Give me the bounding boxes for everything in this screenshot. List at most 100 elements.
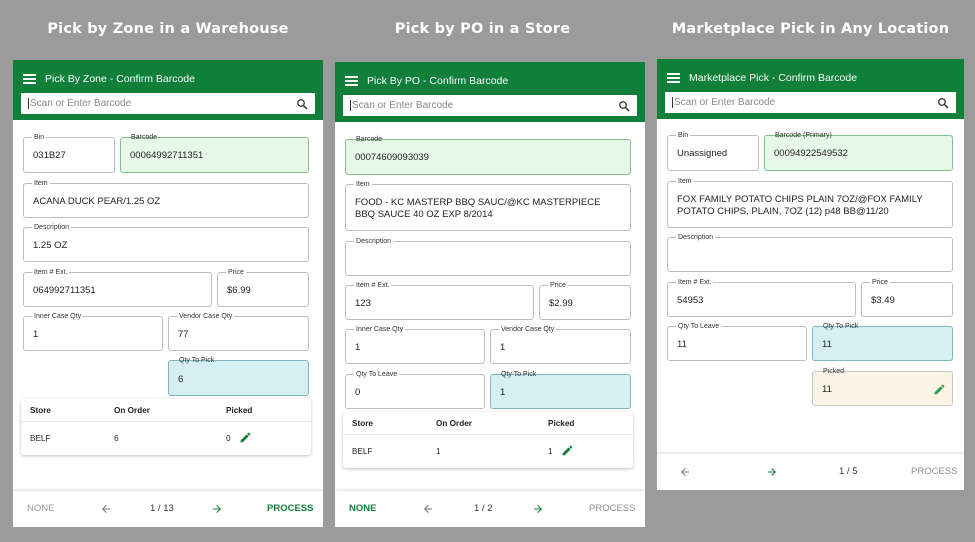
table-header-on-order: On Order bbox=[114, 406, 150, 415]
search-icon[interactable] bbox=[937, 97, 949, 109]
price-value: $6.99 bbox=[227, 285, 251, 296]
item-value: ACANA DUCK PEAR/1.25 OZ bbox=[33, 196, 161, 207]
app-title: Pick By PO - Confirm Barcode bbox=[367, 74, 509, 87]
barcode-field[interactable]: Barcode (Primary) 00094922549532 bbox=[764, 132, 953, 171]
description-field[interactable]: Description bbox=[345, 237, 631, 276]
none-button[interactable]: NONE bbox=[27, 503, 54, 514]
search-input[interactable]: Scan or Enter Barcode bbox=[672, 97, 937, 108]
item-field[interactable]: Item FOX FAMILY POTATO CHIPS PLAIN 7OZ/@… bbox=[667, 177, 953, 228]
search-bar[interactable]: Scan or Enter Barcode bbox=[665, 92, 956, 113]
pencil-icon[interactable] bbox=[933, 383, 946, 396]
arrow-left-icon[interactable] bbox=[100, 503, 112, 515]
item-ext-value: 123 bbox=[355, 298, 371, 309]
menu-icon[interactable] bbox=[667, 72, 680, 83]
picked-field[interactable]: Picked 11 bbox=[812, 368, 953, 406]
arrow-right-icon[interactable] bbox=[532, 503, 544, 515]
process-button[interactable]: PROCESS bbox=[911, 466, 957, 477]
heading-marketplace-pick: Marketplace Pick in Any Location bbox=[671, 21, 950, 37]
qty-to-leave-value: 11 bbox=[677, 339, 687, 350]
description-field[interactable]: Description bbox=[667, 233, 953, 272]
inner-case-qty-label: Inner Case Qty bbox=[354, 325, 406, 334]
search-bar[interactable]: Scan or Enter Barcode bbox=[21, 93, 315, 114]
item-label: Item bbox=[32, 179, 50, 188]
inner-case-qty-field[interactable]: Inner Case Qty 1 bbox=[23, 312, 163, 351]
phone-marketplace-pick: Marketplace Pick - Confirm Barcode Scan … bbox=[657, 59, 964, 490]
bin-value: Unassigned bbox=[677, 148, 728, 159]
bin-field[interactable]: Bin 031B27 bbox=[23, 133, 115, 173]
pencil-icon[interactable] bbox=[561, 444, 574, 457]
item-field[interactable]: Item FOOD - KC MASTERP BBQ SAUC/@KC MAST… bbox=[345, 180, 631, 231]
barcode-label: Barcode bbox=[356, 136, 383, 143]
description-label: Description bbox=[676, 233, 716, 242]
item-ext-field[interactable]: Item # Ext. 54953 bbox=[667, 278, 856, 317]
description-label: Description bbox=[32, 223, 72, 232]
app-header: Marketplace Pick - Confirm Barcode Scan … bbox=[657, 59, 964, 119]
process-button[interactable]: PROCESS bbox=[267, 503, 313, 514]
menu-icon[interactable] bbox=[345, 75, 358, 86]
table-cell-store: BELF bbox=[30, 434, 51, 443]
table-header-on-order: On Order bbox=[436, 419, 472, 428]
pencil-icon[interactable] bbox=[239, 431, 252, 444]
search-icon[interactable] bbox=[296, 98, 308, 110]
item-ext-label: Item # Ext. bbox=[32, 268, 70, 277]
description-field[interactable]: Description 1.25 OZ bbox=[23, 223, 309, 262]
arrow-right-icon[interactable] bbox=[766, 466, 778, 478]
price-label: Price bbox=[548, 281, 568, 290]
item-ext-field[interactable]: Item # Ext. 064992711351 bbox=[23, 268, 212, 307]
qty-to-leave-field[interactable]: Qty To Leave 11 bbox=[667, 322, 807, 361]
item-ext-field[interactable]: Item # Ext. 123 bbox=[345, 281, 534, 320]
qty-to-leave-value: 0 bbox=[355, 387, 361, 398]
table-divider bbox=[343, 434, 633, 435]
item-value-line2: POTATO CHIPS, PLAIN, 7OZ (12) p48 BB@11/… bbox=[677, 206, 889, 217]
inner-case-qty-field[interactable]: Inner Case Qty 1 bbox=[345, 325, 485, 364]
search-input[interactable]: Scan or Enter Barcode bbox=[350, 100, 618, 111]
search-icon[interactable] bbox=[618, 100, 630, 112]
qty-to-pick-field[interactable]: Qty To Pick 6 bbox=[168, 357, 309, 396]
bottom-nav: NONE 1 / 13 PROCESS bbox=[13, 491, 323, 527]
qty-to-pick-label: Qty To Pick bbox=[179, 357, 215, 364]
barcode-field[interactable]: Barcode 00074609093039 bbox=[345, 136, 631, 175]
search-bar[interactable]: Scan or Enter Barcode bbox=[343, 95, 637, 116]
inner-case-qty-value: 1 bbox=[355, 342, 361, 353]
heading-pick-by-po: Pick by PO in a Store bbox=[394, 21, 571, 37]
qty-to-pick-value: 11 bbox=[822, 339, 832, 350]
bin-field[interactable]: Bin Unassigned bbox=[667, 131, 759, 171]
qty-to-pick-label: Qty To Pick bbox=[501, 371, 537, 378]
table-cell-store: BELF bbox=[352, 447, 373, 456]
arrow-right-icon[interactable] bbox=[211, 503, 223, 515]
item-value-line1: FOX FAMILY POTATO CHIPS PLAIN 7OZ/@FOX F… bbox=[677, 194, 923, 205]
barcode-field[interactable]: Barcode 00064992711351 bbox=[120, 134, 309, 173]
none-button[interactable]: NONE bbox=[349, 503, 376, 514]
price-field[interactable]: Price $3.49 bbox=[861, 278, 953, 317]
qty-to-leave-field[interactable]: Qty To Leave 0 bbox=[345, 370, 485, 409]
page-indicator: 1 / 13 bbox=[150, 503, 174, 514]
price-field[interactable]: Price $2.99 bbox=[539, 281, 631, 320]
arrow-left-icon[interactable] bbox=[422, 503, 434, 515]
item-ext-label: Item # Ext. bbox=[354, 281, 392, 290]
page-indicator: 1 / 5 bbox=[839, 466, 858, 477]
search-input[interactable]: Scan or Enter Barcode bbox=[28, 98, 296, 109]
menu-icon[interactable] bbox=[23, 73, 36, 84]
bottom-nav: 1 / 5 PROCESS bbox=[657, 454, 964, 490]
arrow-left-icon[interactable] bbox=[679, 466, 691, 478]
vendor-case-qty-field[interactable]: Vendor Case Qty 1 bbox=[490, 325, 631, 364]
store-table: Store On Order Picked BELF 1 1 bbox=[343, 412, 633, 468]
table-header-store: Store bbox=[352, 419, 373, 428]
item-value-line1: FOOD - KC MASTERP BBQ SAUC/@KC MASTERPIE… bbox=[355, 197, 601, 208]
price-label: Price bbox=[226, 268, 246, 277]
table-header-picked: Picked bbox=[226, 406, 253, 415]
barcode-value: 00094922549532 bbox=[774, 148, 848, 159]
vendor-case-qty-field[interactable]: Vendor Case Qty 77 bbox=[168, 312, 309, 351]
app-title: Pick By Zone - Confirm Barcode bbox=[45, 72, 195, 85]
item-label: Item bbox=[354, 180, 372, 189]
picked-value: 11 bbox=[822, 384, 832, 395]
bin-value: 031B27 bbox=[33, 150, 66, 161]
item-field[interactable]: Item ACANA DUCK PEAR/1.25 OZ bbox=[23, 179, 309, 218]
price-field[interactable]: Price $6.99 bbox=[217, 268, 309, 307]
barcode-value: 00074609093039 bbox=[355, 152, 429, 163]
process-button[interactable]: PROCESS bbox=[589, 503, 635, 514]
qty-to-pick-field[interactable]: Qty To Pick 1 bbox=[490, 371, 631, 409]
qty-to-pick-field[interactable]: Qty To Pick 11 bbox=[812, 323, 953, 361]
page-indicator: 1 / 2 bbox=[474, 503, 493, 514]
vendor-case-qty-value: 77 bbox=[178, 329, 189, 340]
